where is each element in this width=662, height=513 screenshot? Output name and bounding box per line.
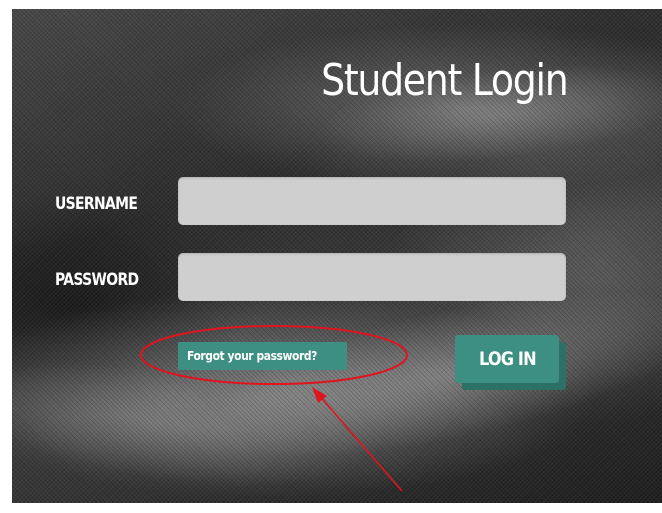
login-panel: Student Login USERNAME PASSWORD Forgot y… bbox=[12, 9, 662, 503]
password-label: PASSWORD bbox=[55, 270, 139, 290]
login-button-label: LOG IN bbox=[478, 348, 537, 370]
login-button[interactable]: LOG IN bbox=[455, 335, 559, 383]
page-title: Student Login bbox=[320, 55, 569, 106]
forgot-password-link[interactable]: Forgot your password? bbox=[178, 342, 348, 370]
username-input[interactable] bbox=[178, 177, 566, 225]
username-label: USERNAME bbox=[55, 194, 138, 214]
forgot-password-label: Forgot your password? bbox=[187, 348, 317, 363]
password-input[interactable] bbox=[178, 253, 566, 301]
